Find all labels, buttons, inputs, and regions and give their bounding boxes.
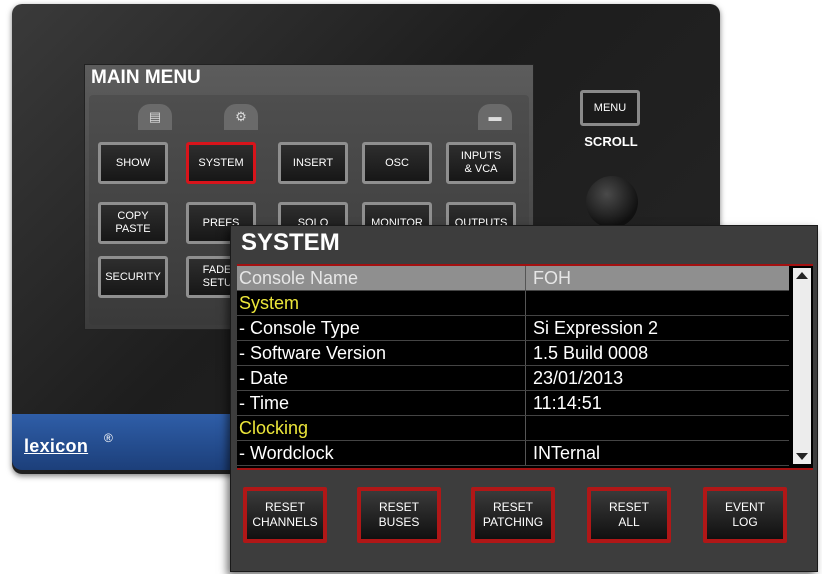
menu-button-system[interactable]: SYSTEM — [186, 142, 256, 184]
system-info-list: Console Name FOH System - Console Type Si Ex… — [237, 264, 813, 470]
scroll-down-icon[interactable] — [796, 453, 808, 460]
scroll-up-icon[interactable] — [796, 272, 808, 279]
row-value: Si Expression 2 — [533, 318, 659, 338]
column-divider — [525, 266, 526, 290]
menu-button-inputs-vca[interactable]: INPUTS & VCA — [446, 142, 516, 184]
menu-button-osc[interactable]: OSC — [362, 142, 432, 184]
event-log-button[interactable]: EVENT LOG — [703, 487, 787, 543]
menu-hardware-button[interactable]: MENU — [580, 90, 640, 126]
info-row[interactable]: - Console Type Si Expression 2 — [237, 316, 789, 341]
menu-button-copy-paste[interactable]: COPY PASTE — [98, 202, 168, 244]
section-row[interactable]: Clocking — [237, 416, 789, 441]
list-icon[interactable]: ▤ — [138, 104, 172, 130]
row-key: - Time — [239, 393, 290, 413]
column-divider — [525, 391, 526, 415]
reset-channels-button[interactable]: RESET CHANNELS — [243, 487, 327, 543]
info-row[interactable]: Console Name FOH — [237, 266, 789, 291]
main-menu-title: MAIN MENU — [91, 67, 201, 88]
reset-patching-button[interactable]: RESET PATCHING — [471, 487, 555, 543]
section-row[interactable]: System — [237, 291, 789, 316]
menu-button-security[interactable]: SECURITY — [98, 256, 168, 298]
column-divider — [525, 441, 526, 465]
lexicon-logo: lexicon — [24, 436, 89, 456]
reset-buses-button[interactable]: RESET BUSES — [357, 487, 441, 543]
column-divider — [525, 416, 526, 440]
column-divider — [525, 316, 526, 340]
scroll-knob[interactable] — [586, 176, 638, 228]
row-value: INTernal — [533, 443, 601, 463]
system-title: SYSTEM — [241, 229, 340, 256]
column-divider — [525, 341, 526, 365]
column-divider — [525, 291, 526, 315]
row-key: - Software Version — [239, 343, 387, 363]
row-key: - Console Type — [239, 318, 360, 338]
info-row[interactable]: - Date 23/01/2013 — [237, 366, 789, 391]
row-key: Clocking — [239, 418, 309, 438]
list-scrollbar[interactable] — [793, 268, 811, 464]
console-icon[interactable]: ▬ — [478, 104, 512, 130]
column-divider — [525, 366, 526, 390]
gears-icon[interactable]: ⚙ — [224, 104, 258, 130]
row-value: 1.5 Build 0008 — [533, 343, 649, 363]
scroll-label: SCROLL — [584, 134, 638, 149]
menu-button-insert[interactable]: INSERT — [278, 142, 348, 184]
info-row[interactable]: - Software Version 1.5 Build 0008 — [237, 341, 789, 366]
row-key: Console Name — [239, 268, 359, 288]
menu-button-show[interactable]: SHOW — [98, 142, 168, 184]
info-row[interactable]: - Time 11:14:51 — [237, 391, 789, 416]
row-key: - Date — [239, 368, 289, 388]
row-key: - Wordclock — [239, 443, 334, 463]
row-key: System — [239, 293, 300, 313]
reset-all-button[interactable]: RESET ALL — [587, 487, 671, 543]
info-row[interactable]: - Wordclock INTernal — [237, 441, 789, 466]
row-value: FOH — [533, 268, 571, 288]
registered-mark: ® — [104, 431, 113, 445]
row-value: 11:14:51 — [533, 393, 602, 413]
system-panel: SYSTEM Console Name FOH System - Console Ty… — [230, 225, 818, 572]
row-value: 23/01/2013 — [533, 368, 624, 388]
